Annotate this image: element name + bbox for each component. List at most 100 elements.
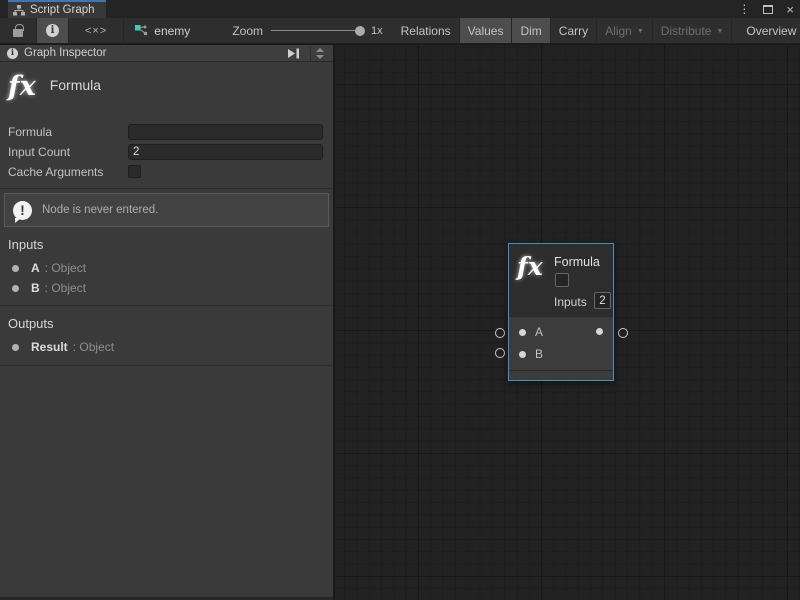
input-count-field-row: Input Count <box>8 142 323 161</box>
lock-button[interactable] <box>0 18 37 43</box>
inspector-toggle-button[interactable]: i <box>37 18 69 43</box>
port-dot-icon <box>12 344 19 351</box>
dim-label: Dim <box>520 24 541 38</box>
port-type: : Object <box>73 340 114 354</box>
formula-field-label: Formula <box>8 125 128 139</box>
node-port-b-label: B <box>535 347 543 361</box>
maximize-icon[interactable] <box>763 5 773 14</box>
port-name: A <box>31 261 40 275</box>
formula-node-title: Formula <box>554 255 600 269</box>
port-name: Result <box>31 340 68 354</box>
port-dot-icon <box>12 265 19 272</box>
formula-node-checkbox[interactable] <box>555 273 569 287</box>
code-view-button[interactable]: <×> <box>69 18 124 43</box>
dock-icon <box>287 48 300 59</box>
port-name: B <box>31 281 40 295</box>
formula-node-body: A B <box>509 316 613 370</box>
zoom-slider-handle[interactable] <box>355 26 365 36</box>
port-type: : Object <box>45 281 86 295</box>
carry-label: Carry <box>559 24 588 38</box>
outputs-section-title: Outputs <box>0 306 333 337</box>
dock-panel-button[interactable] <box>283 46 304 61</box>
distribute-label: Distribute <box>661 24 712 38</box>
inputs-section-title: Inputs <box>0 227 333 258</box>
node-port-a-label: A <box>535 325 543 339</box>
graph-canvas[interactable]: fx Formula Inputs 2 A B <box>335 45 800 600</box>
warning-icon: ! <box>13 201 32 220</box>
formula-node[interactable]: fx Formula Inputs 2 A B <box>508 243 614 381</box>
scroll-up-icon[interactable] <box>316 48 324 52</box>
values-button[interactable]: Values <box>460 18 513 43</box>
output-port-ring-result[interactable] <box>618 328 628 338</box>
input-port-row-a: A : Object <box>0 258 333 278</box>
graph-breadcrumb-label: enemy <box>154 24 190 38</box>
values-label: Values <box>468 24 504 38</box>
node-inputs-label: Inputs <box>554 295 587 309</box>
graph-hierarchy-icon <box>13 5 25 16</box>
section-divider <box>0 188 333 189</box>
window-controls: ⋮ × <box>738 0 794 18</box>
close-icon[interactable]: × <box>786 3 794 16</box>
align-label: Align <box>605 24 632 38</box>
input-count-label: Input Count <box>8 145 128 159</box>
overview-button[interactable]: Overview <box>738 18 800 43</box>
port-dot-icon <box>12 285 19 292</box>
graph-inspector-title: Graph Inspector <box>24 47 277 59</box>
graph-toolbar: i <×> enemy Zoom 1x Relations Values Dim… <box>0 18 800 44</box>
info-icon: i <box>7 48 18 59</box>
input-port-row-b: B : Object <box>0 278 333 298</box>
formula-node-header[interactable]: fx Formula Inputs 2 <box>509 244 613 316</box>
cache-arguments-row: Cache Arguments <box>8 162 323 181</box>
code-icon: <×> <box>85 25 107 37</box>
output-port-row-result: Result : Object <box>0 337 333 357</box>
port-dot-icon <box>519 329 526 336</box>
zoom-slider-track <box>271 30 363 31</box>
cache-arguments-label: Cache Arguments <box>8 165 128 179</box>
tab-label: Script Graph <box>30 4 95 16</box>
window-menu-icon[interactable]: ⋮ <box>738 3 750 15</box>
carry-button[interactable]: Carry <box>551 18 597 43</box>
lock-icon <box>13 29 23 37</box>
zoom-slider[interactable] <box>271 25 363 37</box>
relations-button[interactable]: Relations <box>393 18 460 43</box>
warning-text: Node is never entered. <box>42 204 158 216</box>
relations-label: Relations <box>401 24 451 38</box>
node-inputs-count-field[interactable]: 2 <box>594 292 611 309</box>
port-dot-icon <box>519 351 526 358</box>
zoom-value: 1x <box>371 25 383 37</box>
info-icon: i <box>46 24 59 37</box>
formula-input[interactable] <box>128 124 323 140</box>
main-area: i Graph Inspector fx Formula Formula <box>0 45 800 600</box>
unit-title-block: fx Formula <box>0 62 333 117</box>
inspector-fields: Formula Input Count Cache Arguments <box>0 117 333 181</box>
node-port-result[interactable] <box>596 328 603 335</box>
node-port-a[interactable]: A <box>519 325 543 339</box>
cache-arguments-checkbox[interactable] <box>128 165 141 178</box>
tab-bar: Script Graph ⋮ × <box>0 0 800 18</box>
graph-breadcrumb[interactable]: enemy <box>124 18 200 43</box>
scroll-down-icon[interactable] <box>316 55 324 59</box>
port-type: : Object <box>45 261 86 275</box>
graph-inspector-panel: i Graph Inspector fx Formula Formula <box>0 45 334 600</box>
node-port-b[interactable]: B <box>519 347 543 361</box>
input-port-ring-b[interactable] <box>495 348 505 358</box>
formula-node-footer <box>509 370 613 380</box>
dim-button[interactable]: Dim <box>512 18 550 43</box>
tab-script-graph[interactable]: Script Graph <box>8 0 106 18</box>
distribute-dropdown[interactable]: Distribute ▼ <box>653 18 733 43</box>
zoom-label: Zoom <box>232 24 263 38</box>
formula-fx-icon: fx <box>517 252 543 281</box>
caret-down-icon: ▼ <box>716 28 723 35</box>
align-dropdown[interactable]: Align ▼ <box>597 18 653 43</box>
section-divider <box>0 365 333 366</box>
caret-down-icon: ▼ <box>637 28 644 35</box>
overview-label: Overview <box>746 24 796 38</box>
panel-scroll-arrows[interactable] <box>310 46 329 61</box>
input-count-input[interactable] <box>128 144 323 160</box>
input-port-ring-a[interactable] <box>495 328 505 338</box>
unit-title: Formula <box>50 77 101 93</box>
graph-inspector-header: i Graph Inspector <box>0 45 333 62</box>
warning-box: ! Node is never entered. <box>4 193 329 227</box>
formula-fx-icon: fx <box>8 72 36 102</box>
formula-field-row: Formula <box>8 122 323 141</box>
